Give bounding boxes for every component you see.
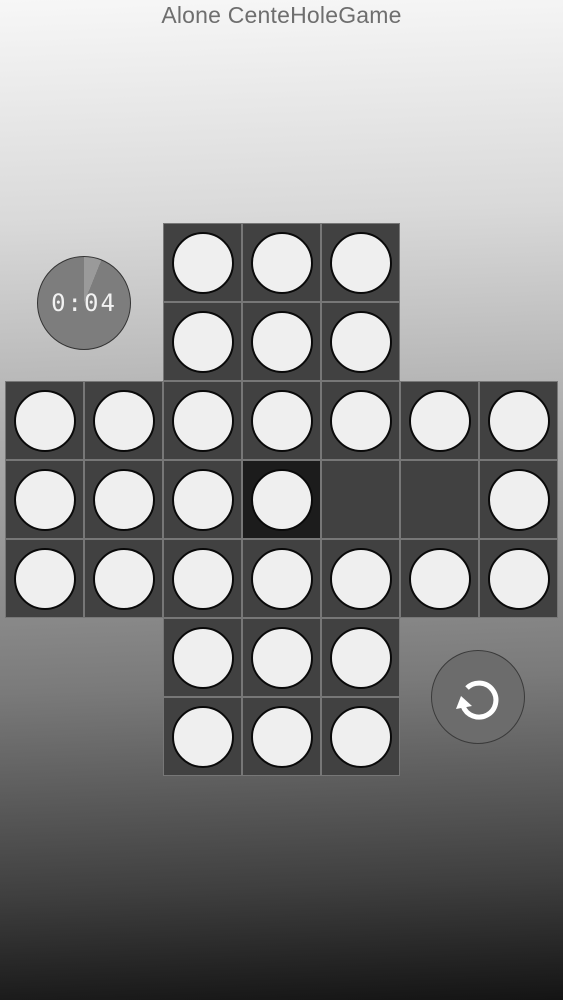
peg[interactable] [329,547,392,610]
board-cell[interactable] [84,381,163,460]
board-cell[interactable] [321,618,400,697]
board-cell[interactable] [163,381,242,460]
board-cell[interactable] [321,381,400,460]
board-cell[interactable] [242,302,321,381]
peg[interactable] [487,389,550,452]
peg[interactable] [329,389,392,452]
board-cell[interactable] [242,223,321,302]
peg[interactable] [408,547,471,610]
peg[interactable] [329,231,392,294]
reset-button[interactable] [431,650,525,744]
peg[interactable] [171,468,234,531]
board-cell-selected[interactable] [242,460,321,539]
board-cell[interactable] [84,539,163,618]
empty-hole[interactable] [321,460,400,539]
board-cell[interactable] [479,460,558,539]
peg[interactable] [250,626,313,689]
board-cell[interactable] [5,460,84,539]
timer-display: 0:04 [37,256,131,350]
board-cell[interactable] [321,697,400,776]
peg[interactable] [92,468,155,531]
board-cell[interactable] [321,223,400,302]
peg[interactable] [408,389,471,452]
peg[interactable] [171,705,234,768]
board-cell[interactable] [163,539,242,618]
board-cell[interactable] [479,539,558,618]
board-cell[interactable] [321,302,400,381]
restart-icon [456,680,499,720]
board-cell[interactable] [163,460,242,539]
board-cell[interactable] [5,539,84,618]
board-cell[interactable] [5,381,84,460]
board-cell[interactable] [242,697,321,776]
board-cell[interactable] [163,618,242,697]
peg[interactable] [329,310,392,373]
peg[interactable] [250,231,313,294]
peg[interactable] [92,389,155,452]
peg[interactable] [171,231,234,294]
peg[interactable] [487,468,550,531]
timer-text: 0:04 [51,289,117,317]
peg[interactable] [13,468,76,531]
board-cell[interactable] [400,381,479,460]
board-cell[interactable] [242,618,321,697]
peg[interactable] [487,547,550,610]
selected-peg[interactable] [250,468,313,531]
board-cell[interactable] [400,539,479,618]
peg[interactable] [13,389,76,452]
peg[interactable] [250,389,313,452]
board-cell[interactable] [242,539,321,618]
empty-hole[interactable] [400,460,479,539]
board-cell[interactable] [163,697,242,776]
peg[interactable] [329,705,392,768]
peg[interactable] [171,626,234,689]
game-title: Alone CenteHoleGame [161,2,402,28]
peg[interactable] [171,547,234,610]
peg[interactable] [13,547,76,610]
peg[interactable] [250,547,313,610]
peg[interactable] [329,626,392,689]
board-cell[interactable] [84,460,163,539]
peg[interactable] [171,310,234,373]
peg[interactable] [250,310,313,373]
board-cell[interactable] [479,381,558,460]
peg[interactable] [250,705,313,768]
board-cell[interactable] [321,539,400,618]
board-cell[interactable] [242,381,321,460]
board-cell[interactable] [163,223,242,302]
board-cell[interactable] [163,302,242,381]
peg[interactable] [92,547,155,610]
peg[interactable] [171,389,234,452]
